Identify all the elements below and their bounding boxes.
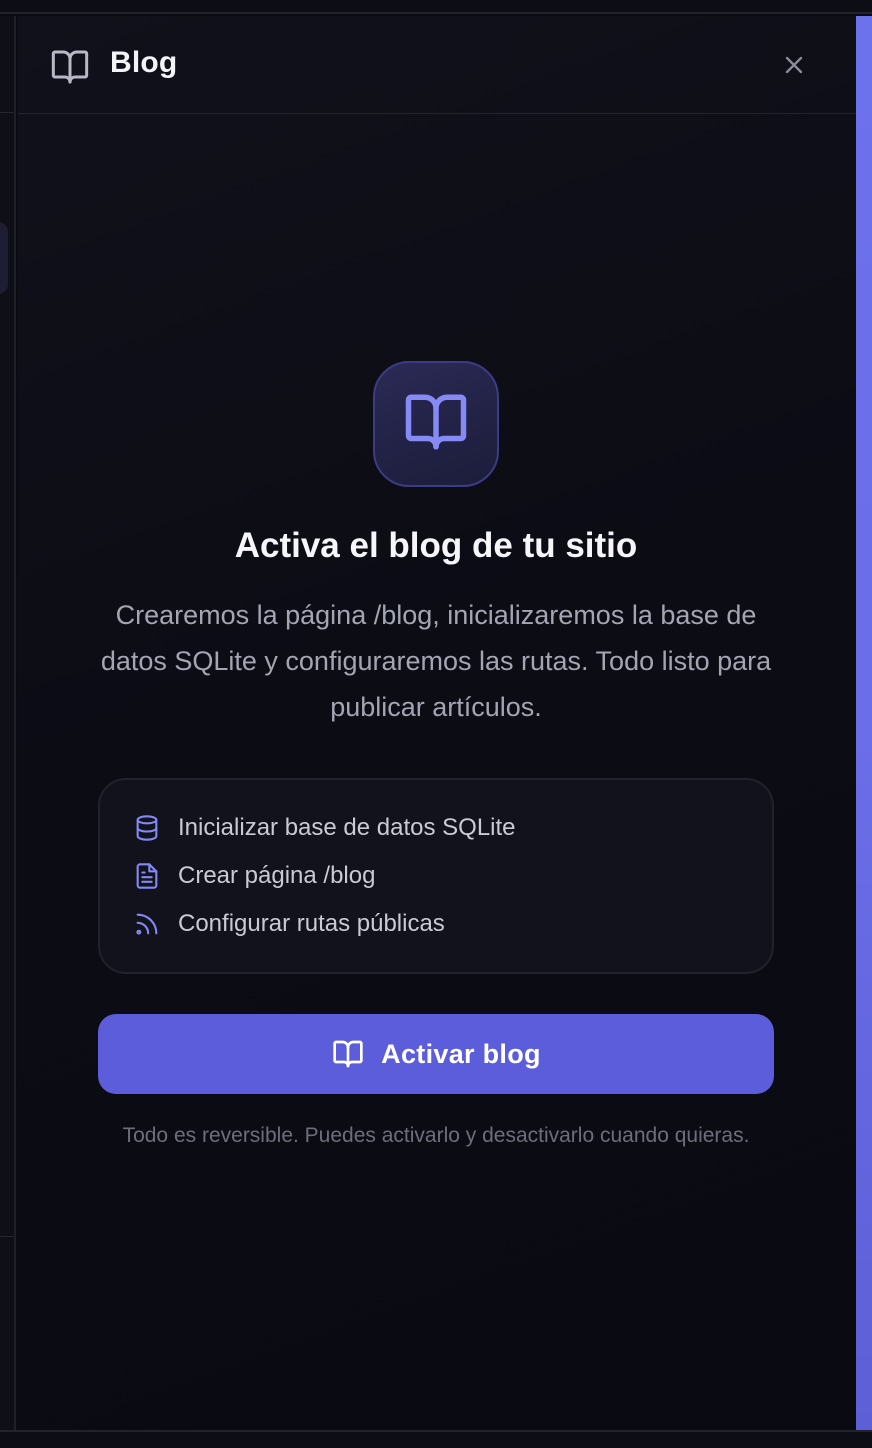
book-open-icon — [331, 1037, 365, 1071]
background-active-item — [0, 222, 8, 294]
activate-blog-button[interactable]: Activar blog — [98, 1014, 774, 1094]
drawer-title: Blog — [110, 46, 178, 79]
reversible-note: Todo es reversible. Puedes activarlo y d… — [122, 1124, 750, 1147]
step-label: Configurar rutas públicas — [178, 910, 445, 937]
hero-title: Activa el blog de tu sitio — [234, 526, 638, 565]
steps-card: Inicializar base de datos SQLite Crear p… — [98, 778, 774, 974]
background-accent-panel — [856, 16, 872, 1432]
step-item: Crear página /blog — [132, 858, 375, 894]
file-text-icon — [132, 861, 162, 891]
background-bottombar — [0, 1430, 872, 1448]
rss-icon — [132, 909, 162, 939]
step-label: Crear página /blog — [178, 862, 376, 889]
blog-drawer: Blog Activa el blog de tu sitio Crearemo… — [18, 16, 856, 1430]
app-stage: Blog Activa el blog de tu sitio Crearemo… — [0, 0, 872, 1448]
hero-description: Crearemos la página /blog, inicializarem… — [100, 600, 772, 722]
background-topbar — [0, 0, 872, 14]
step-item: Inicializar base de datos SQLite — [132, 810, 516, 846]
book-open-icon — [403, 389, 469, 460]
drawer-header: Blog — [18, 16, 856, 114]
close-button[interactable] — [776, 49, 812, 85]
close-icon — [780, 51, 808, 84]
activate-blog-label: Activar blog — [381, 1038, 541, 1069]
step-label: Inicializar base de datos SQLite — [178, 814, 516, 841]
hero-icon-badge — [373, 361, 499, 487]
book-open-icon — [50, 47, 90, 87]
background-divider — [0, 1236, 14, 1237]
step-item: Configurar rutas públicas — [132, 906, 445, 942]
background-divider — [0, 112, 14, 113]
database-icon — [132, 813, 162, 843]
background-sidebar — [0, 16, 16, 1430]
